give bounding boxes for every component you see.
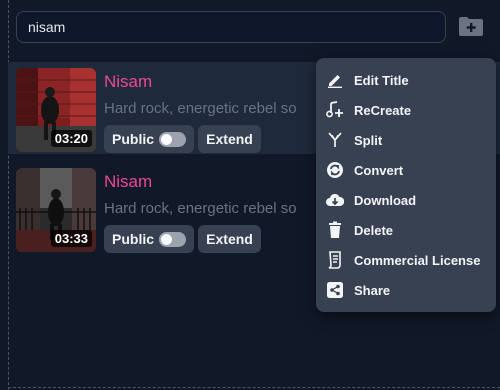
public-toggle-button[interactable]: Public (104, 225, 194, 253)
duration-badge: 03:20 (50, 130, 92, 147)
menu-item-convert[interactable]: Convert (326, 158, 492, 182)
menu-item-share[interactable]: Share (326, 278, 492, 302)
extend-button[interactable]: Extend (198, 225, 261, 253)
menu-item-download[interactable]: Download (326, 188, 492, 212)
pencil-icon (326, 71, 344, 89)
public-label: Public (112, 231, 155, 247)
menu-item-delete[interactable]: Delete (326, 218, 492, 242)
license-icon (326, 251, 344, 269)
menu-item-split[interactable]: Split (326, 128, 492, 152)
duration-badge: 03:33 (50, 230, 92, 247)
menu-item-label: Download (354, 192, 417, 208)
toggle-knob (161, 133, 173, 145)
toggle-switch[interactable] (159, 231, 186, 247)
song-context-menu: Edit Title ReCreate Split Convert Downlo… (316, 58, 496, 312)
toggle-switch[interactable] (159, 131, 186, 147)
folder-plus-icon (459, 17, 483, 36)
song-description: Hard rock, energetic rebel so (104, 200, 297, 217)
split-icon (326, 131, 344, 149)
menu-item-label: Commercial License (354, 252, 481, 268)
search-value: nisam (28, 19, 66, 35)
menu-item-edit-title[interactable]: Edit Title (326, 68, 492, 92)
menu-item-label: Convert (354, 162, 404, 178)
music-plus-icon (326, 101, 344, 119)
menu-item-commercial-license[interactable]: Commercial License (326, 248, 492, 272)
menu-item-label: Delete (354, 222, 394, 238)
song-title[interactable]: Nisam (104, 172, 152, 192)
menu-item-label: Split (354, 132, 383, 148)
search-input[interactable]: nisam (16, 11, 446, 43)
cloud-download-icon (326, 191, 344, 209)
song-thumbnail[interactable]: 03:33 (16, 168, 96, 252)
menu-item-label: Share (354, 282, 391, 298)
song-description: Hard rock, energetic rebel so (104, 100, 297, 117)
public-toggle-button[interactable]: Public (104, 125, 194, 153)
song-thumbnail[interactable]: 03:20 (16, 68, 96, 152)
extend-button[interactable]: Extend (198, 125, 261, 153)
dashed-border-bottom (8, 387, 500, 388)
public-label: Public (112, 131, 155, 147)
convert-icon (326, 161, 344, 179)
add-folder-button[interactable] (458, 15, 484, 37)
song-title[interactable]: Nisam (104, 72, 152, 92)
trash-icon (326, 221, 344, 239)
menu-item-label: Edit Title (354, 72, 409, 88)
toggle-knob (161, 233, 173, 245)
menu-item-label: ReCreate (354, 102, 412, 118)
share-icon (326, 281, 344, 299)
menu-item-recreate[interactable]: ReCreate (326, 98, 492, 122)
